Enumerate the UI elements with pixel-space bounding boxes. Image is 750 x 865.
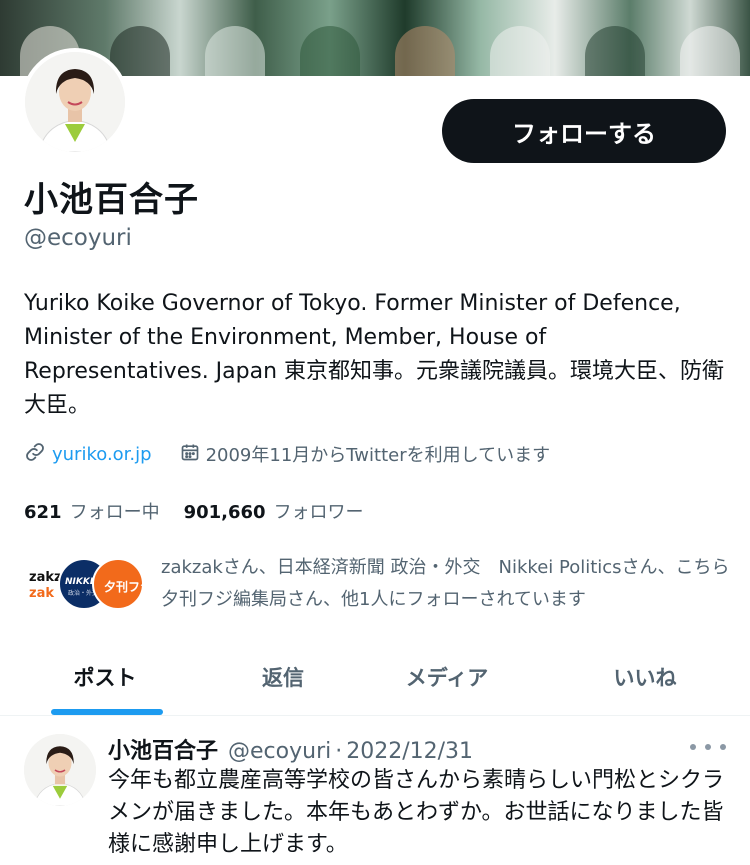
post-author-name[interactable]: 小池百合子 xyxy=(108,733,218,765)
following-label: フォロー中 xyxy=(69,502,160,523)
fuji-logo-text: 夕刊フジ xyxy=(104,579,142,594)
post-date[interactable]: 2022/12/31 xyxy=(346,739,473,764)
following-count: 621 xyxy=(24,502,62,523)
followers-label: フォロワー xyxy=(273,502,364,523)
ellipsis-icon[interactable] xyxy=(690,737,726,757)
calendar-icon xyxy=(180,442,200,467)
website-link[interactable]: yuriko.or.jp xyxy=(52,444,152,465)
avatar-image xyxy=(25,52,125,152)
profile-tabs: ポスト 返信 メディア いいね xyxy=(0,638,750,716)
joined-date: 2009年11月からTwitterを利用しています xyxy=(205,445,551,466)
post-avatar-image xyxy=(24,734,96,806)
following-link[interactable]: 621 フォロー中 xyxy=(24,498,160,524)
profile-avatar[interactable] xyxy=(21,48,129,156)
fuji-avatar: 夕刊フジ xyxy=(92,558,144,610)
post-author-handle[interactable]: @ecoyuri xyxy=(228,739,331,764)
profile-name: 小池百合子 xyxy=(24,180,199,220)
post-avatar[interactable] xyxy=(24,734,96,806)
followed-by-avatars: zakzak zak NIKKEI 政治・外交 夕刊フジ xyxy=(24,558,146,612)
followed-by-text: zakzakさん、日本経済新聞 政治・外交 Nikkei Politicsさん、… xyxy=(161,557,730,610)
link-icon xyxy=(24,441,46,468)
post-text: 今年も都立農産高等学校の皆さんから素晴らしい門松とシクラメンが届きました。本年も… xyxy=(108,768,725,857)
post-separator: · xyxy=(335,739,343,764)
follow-button[interactable]: フォローする xyxy=(442,99,726,163)
profile-bio: Yuriko Koike Governor of Tokyo. Former M… xyxy=(24,291,725,418)
post-header: 小池百合子 @ecoyuri · 2022/12/31 xyxy=(108,733,473,765)
active-tab-indicator xyxy=(51,709,163,715)
profile-stats: 621 フォロー中 901,660 フォロワー xyxy=(24,498,364,524)
followers-link[interactable]: 901,660 フォロワー xyxy=(184,498,364,524)
followers-count: 901,660 xyxy=(183,502,266,523)
post-item[interactable]: 小池百合子 @ecoyuri · 2022/12/31 今年も都立農産高等学校の… xyxy=(0,717,750,865)
tab-media[interactable]: メディア xyxy=(342,638,552,716)
profile-handle: @ecoyuri xyxy=(24,225,132,251)
svg-text:zak: zak xyxy=(29,586,54,601)
profile-meta: yuriko.or.jp 2009年11月からTwitterを利用しています xyxy=(24,438,550,470)
followed-by[interactable]: zakzak zak NIKKEI 政治・外交 夕刊フジ zakzakさん、日本… xyxy=(24,552,734,616)
tab-likes[interactable]: いいね xyxy=(540,638,750,716)
